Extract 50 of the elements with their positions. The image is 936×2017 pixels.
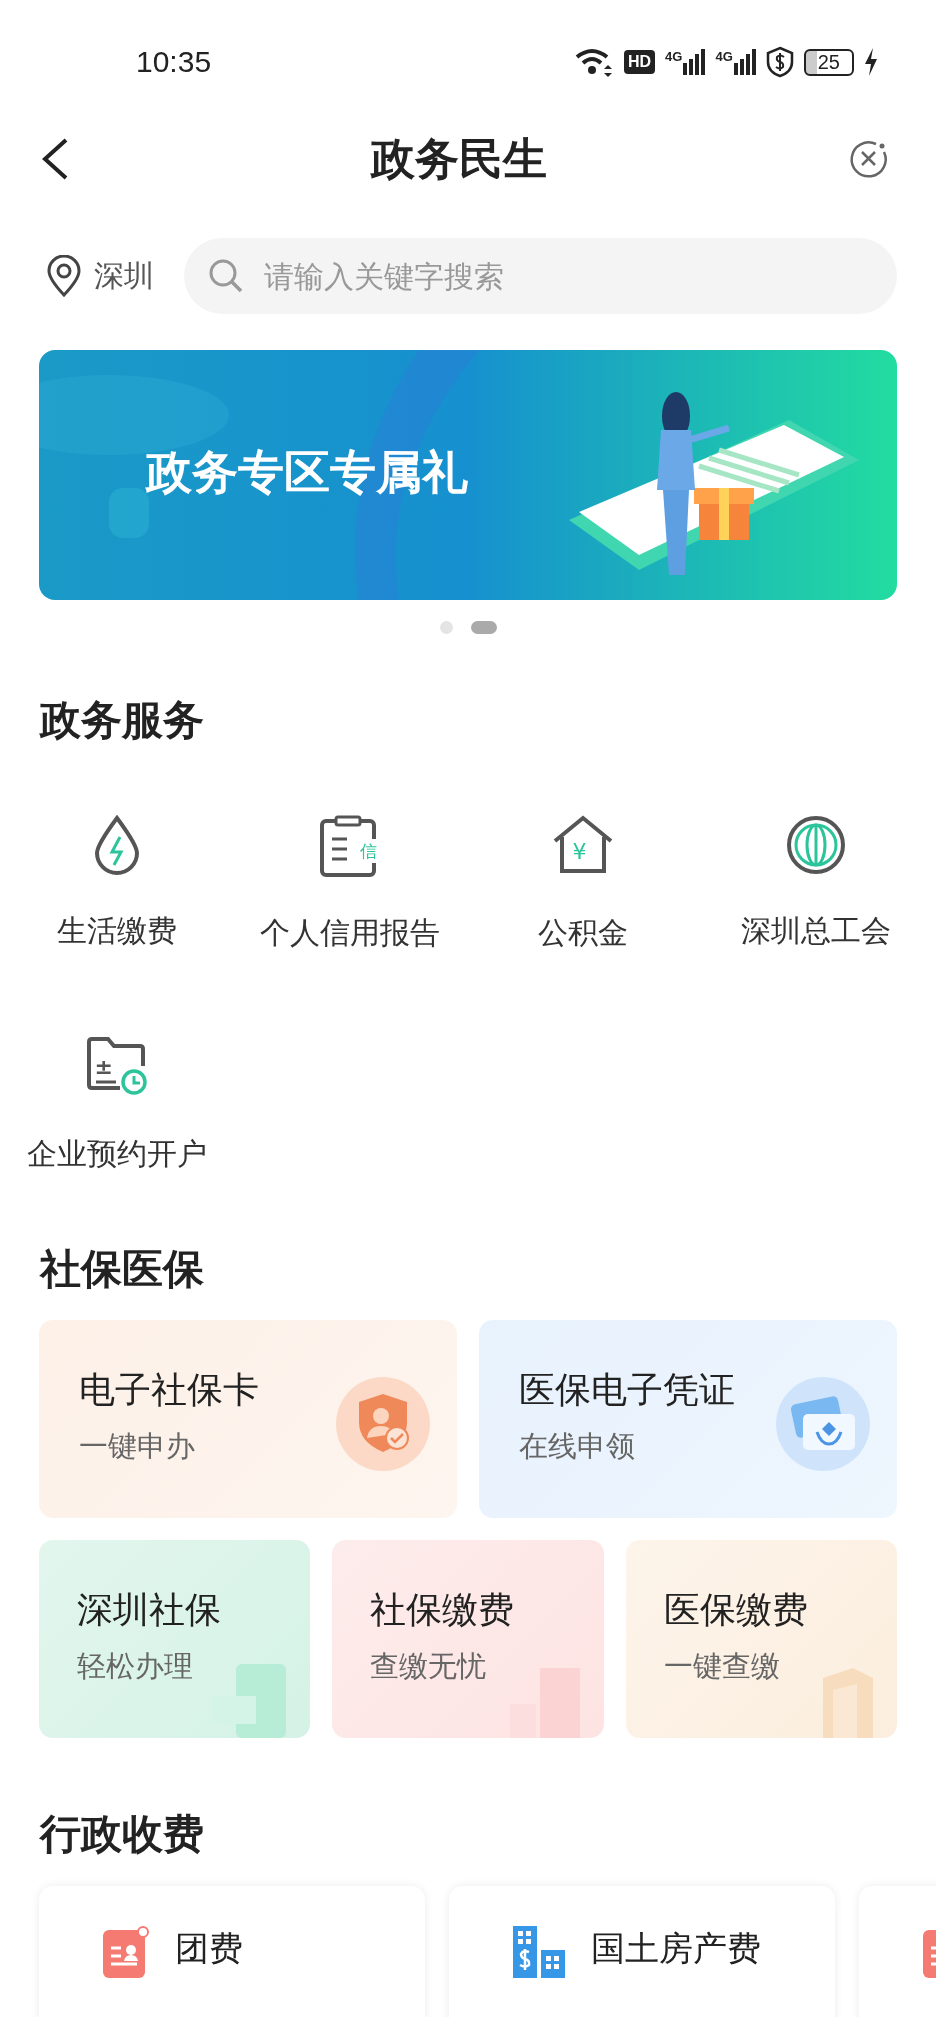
- location-pin-icon: [46, 255, 82, 297]
- search-field[interactable]: 请输入关键字搜索: [184, 238, 897, 314]
- signal-icon: [683, 49, 706, 75]
- card-title: 社保缴费: [370, 1588, 515, 1633]
- carousel-dot[interactable]: [439, 620, 453, 634]
- section-heading: 行政收费: [40, 1810, 205, 1860]
- card-title: 医保缴费: [663, 1588, 808, 1633]
- card-subtitle: 在线申领: [519, 1428, 636, 1466]
- service-item[interactable]: 生活缴费: [0, 815, 233, 955]
- service-card[interactable]: 电子社保卡 一键申办: [39, 1320, 457, 1519]
- card-title: 深圳社保: [77, 1588, 221, 1633]
- shield-person-icon: [335, 1376, 431, 1473]
- wifi-icon: [573, 47, 614, 77]
- status-time: 10:35: [136, 45, 212, 79]
- card-subtitle: 轻松办理: [77, 1648, 194, 1686]
- service-card[interactable]: 社保缴费 查缴无忧: [332, 1540, 604, 1739]
- shield-icon: [765, 46, 794, 78]
- service-item[interactable]: ¥ 公积金: [466, 815, 699, 955]
- banner-headline: 政务专区专属礼: [146, 444, 468, 501]
- service-item[interactable]: 信 个人信用报告: [233, 815, 466, 955]
- signal-icon: [733, 49, 756, 75]
- card-subtitle: 查缴无忧: [370, 1648, 488, 1686]
- back-button[interactable]: [40, 137, 70, 181]
- service-card[interactable]: 医保缴费 一键查缴: [625, 1540, 897, 1739]
- search-icon: [208, 258, 244, 294]
- id-card-icon: [103, 1925, 149, 1978]
- fee-card[interactable]: 国土房产费: [449, 1885, 835, 2017]
- service-card[interactable]: 医保电子凭证 在线申领: [479, 1320, 897, 1519]
- city-selector[interactable]: 深圳: [94, 255, 154, 297]
- battery-indicator: 25: [803, 48, 854, 76]
- card-subtitle: 一键申办: [79, 1428, 196, 1466]
- service-item[interactable]: ± 企业预约开户: [0, 1036, 233, 1176]
- fee-card[interactable]: 团费: [39, 1885, 425, 2017]
- page-title: 政务民生: [371, 131, 547, 186]
- charging-icon: [864, 48, 878, 76]
- hd-badge: HD: [623, 50, 656, 74]
- network-label: 4G: [715, 49, 733, 64]
- medical-card-icon: [775, 1376, 871, 1473]
- water-drop-icon: [92, 815, 141, 876]
- emblem-icon: [785, 815, 846, 876]
- close-button[interactable]: [848, 138, 890, 180]
- service-card[interactable]: 深圳社保 轻松办理: [39, 1540, 311, 1739]
- card-title: 医保电子凭证: [519, 1368, 735, 1413]
- card-subtitle: 一键查缴: [663, 1648, 781, 1686]
- section-heading: 政务服务: [40, 696, 205, 746]
- service-item[interactable]: 深圳总工会: [699, 815, 932, 955]
- network-label: 4G: [665, 49, 683, 64]
- section-heading: 社保医保: [40, 1245, 205, 1295]
- card-title: 电子社保卡: [79, 1368, 259, 1413]
- building-icon: [513, 1925, 565, 1978]
